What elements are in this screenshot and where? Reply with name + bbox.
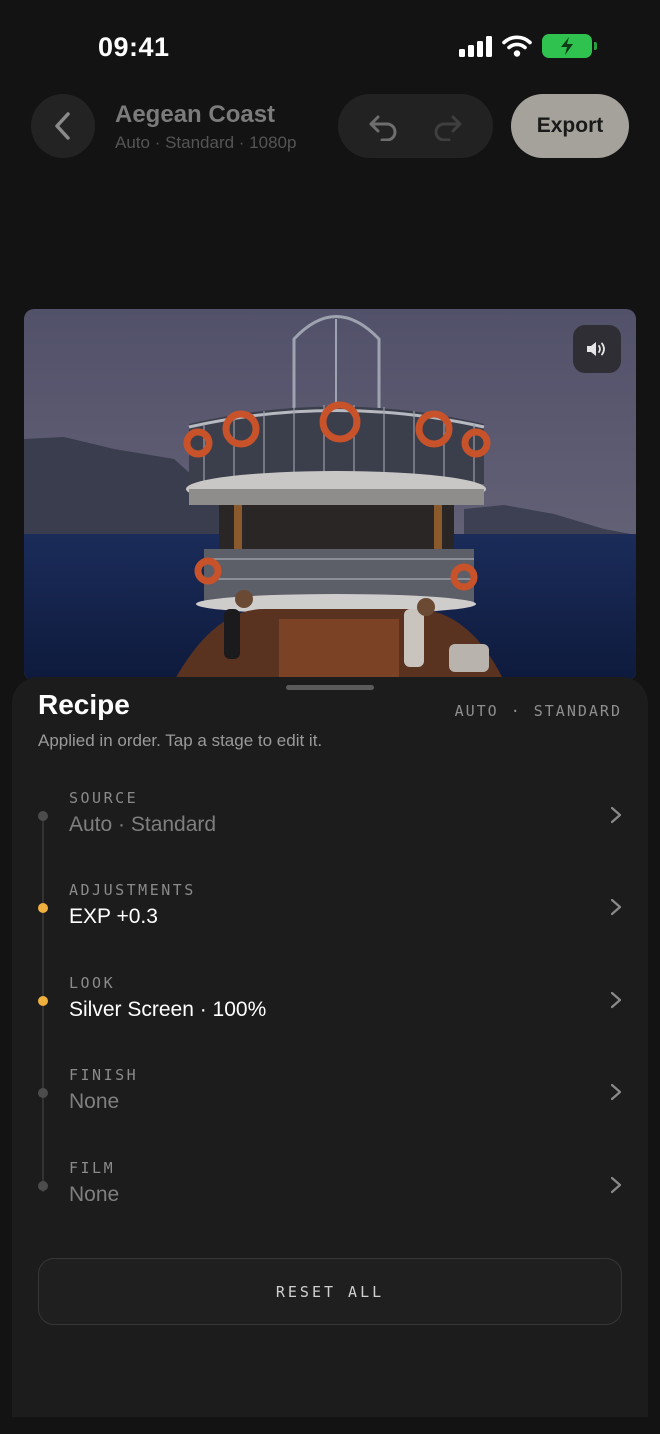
wifi-icon — [502, 35, 532, 57]
stage-value: EXP +0.3 — [69, 905, 158, 928]
stage-label: ADJUSTMENTS — [69, 881, 196, 899]
stage-source[interactable]: SOURCE Auto · Standard — [12, 773, 648, 863]
page-title: Aegean Coast — [115, 101, 276, 128]
recipe-sheet: Recipe AUTO · STANDARD Applied in order.… — [12, 677, 648, 1417]
stage-dot-active — [38, 903, 48, 913]
history-controls — [338, 94, 493, 158]
export-button[interactable]: Export — [511, 94, 629, 158]
chevron-right-icon — [610, 898, 622, 916]
chevron-right-icon — [610, 806, 622, 824]
stage-dot — [38, 811, 48, 821]
stage-film[interactable]: FILM None — [12, 1143, 648, 1233]
stage-value: Auto · Standard — [69, 813, 217, 836]
stage-label: LOOK — [69, 974, 116, 992]
mode-label: AUTO — [454, 702, 499, 720]
stage-value: None — [69, 1183, 120, 1206]
project-title-block: Aegean Coast Auto · Standard · 1080p — [115, 101, 296, 153]
signal-icon — [459, 35, 492, 57]
stage-label: FILM — [69, 1159, 116, 1177]
stage-dot — [38, 1181, 48, 1191]
stage-dot — [38, 1088, 48, 1098]
back-button[interactable] — [31, 94, 95, 158]
undo-button[interactable] — [359, 102, 407, 150]
stage-look[interactable]: LOOK Silver Screen · 100% — [12, 958, 648, 1048]
page-subtitle: Auto · Standard · 1080p — [115, 133, 297, 152]
sheet-drag-handle[interactable] — [286, 685, 374, 690]
stage-adjustments[interactable]: ADJUSTMENTS EXP +0.3 — [12, 865, 648, 955]
stage-value: None — [69, 1090, 120, 1113]
stage-finish[interactable]: FINISH None — [12, 1050, 648, 1140]
chevron-right-icon — [610, 1176, 622, 1194]
recipe-mode-badge: AUTO · STANDARD — [455, 702, 622, 720]
status-icons — [459, 34, 597, 58]
undo-icon — [369, 115, 397, 141]
video-preview[interactable] — [24, 309, 636, 681]
mute-button[interactable] — [573, 325, 621, 373]
sheet-title: Recipe — [38, 689, 130, 720]
redo-icon — [434, 115, 462, 141]
profile-label: STANDARD — [533, 702, 622, 720]
stage-value: Silver Screen · 100% — [69, 998, 267, 1021]
stage-label: SOURCE — [69, 789, 139, 807]
chevron-right-icon — [610, 1083, 622, 1101]
stage-label: FINISH — [69, 1066, 139, 1084]
battery-icon — [542, 34, 597, 58]
boat-scene-image — [24, 309, 636, 681]
chevron-left-icon — [55, 112, 70, 140]
status-time: 09:41 — [98, 32, 170, 62]
chevron-right-icon — [610, 991, 622, 1009]
speaker-icon — [587, 342, 605, 356]
mode-separator: · — [510, 702, 522, 720]
stage-dot-active — [38, 996, 48, 1006]
reset-all-button[interactable]: RESET ALL — [38, 1258, 622, 1325]
redo-button[interactable] — [424, 102, 472, 150]
sheet-description: Applied in order. Tap a stage to edit it… — [38, 731, 323, 750]
